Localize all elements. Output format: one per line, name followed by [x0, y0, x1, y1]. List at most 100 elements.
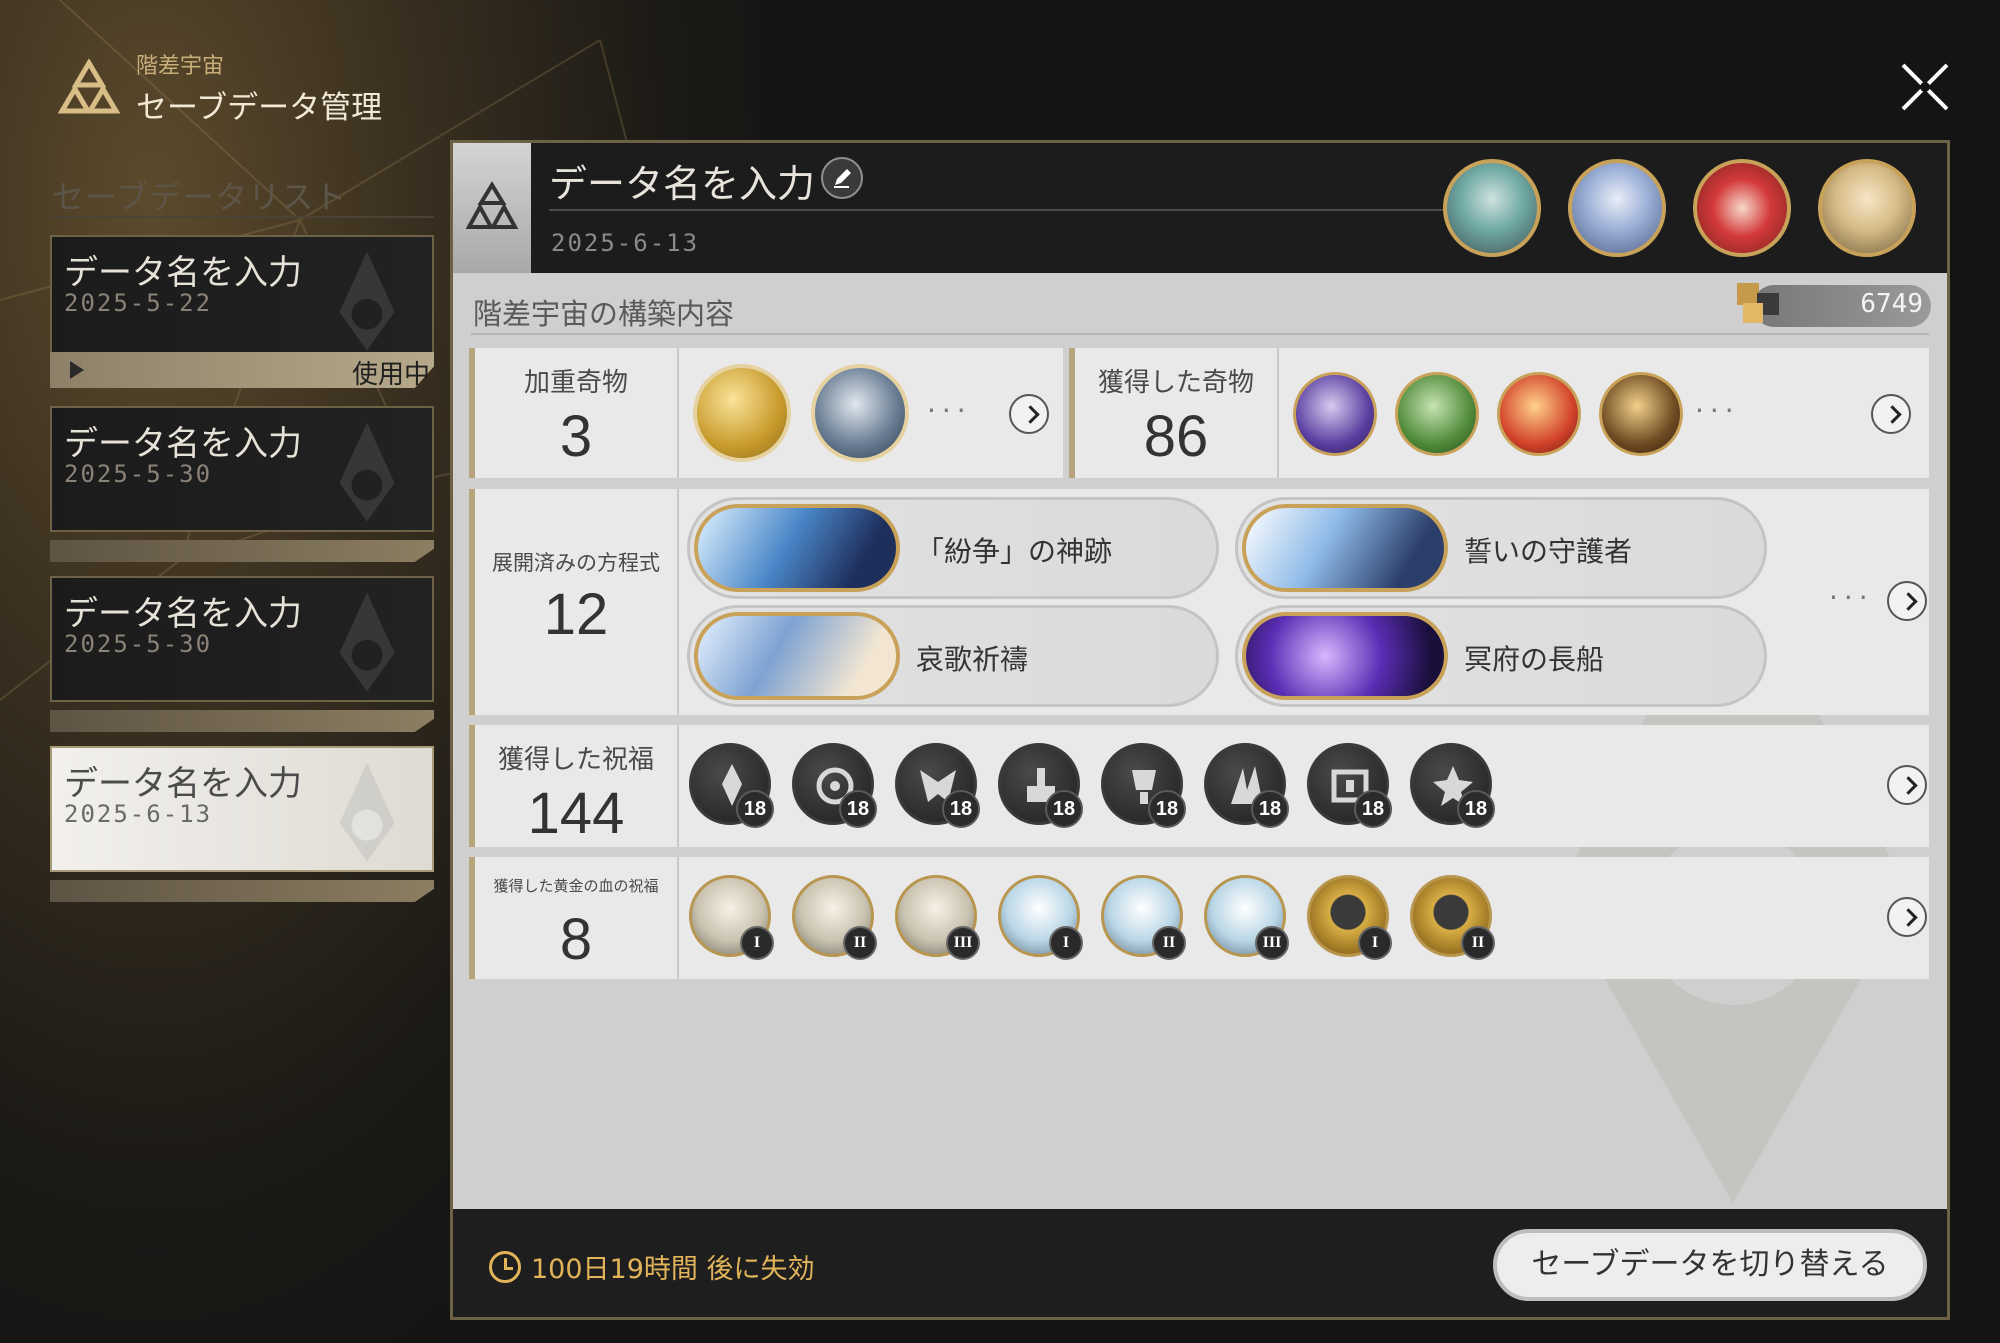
- blessings-row: 獲得した祝福 144 18 18 18 18 18 18 18 18: [469, 725, 1929, 847]
- equation-pill[interactable]: 「紛争」の神跡: [687, 497, 1219, 599]
- curio-icon[interactable]: [811, 364, 909, 462]
- slot-footer: [50, 710, 434, 732]
- blessing-level: 18: [839, 790, 877, 828]
- blessing-icon[interactable]: 18: [998, 743, 1083, 828]
- curio-icon[interactable]: [1497, 372, 1581, 456]
- section-title: 階差宇宙の構築内容: [473, 297, 735, 331]
- edit-icon: [834, 169, 851, 188]
- panel-header: データ名を入力 2025-6-13: [453, 143, 1947, 273]
- obtained-curios-label: 獲得した奇物: [1097, 368, 1254, 398]
- equation-image: [1242, 504, 1448, 592]
- save-list-label: セーブデータリスト: [52, 178, 348, 216]
- close-icon[interactable]: [1895, 57, 1955, 117]
- save-slot-4-selected[interactable]: データ名を入力 2025-6-13: [50, 746, 434, 872]
- golden-blessing-icon[interactable]: III: [895, 875, 980, 960]
- save-slot-1[interactable]: データ名を入力 2025-5-22: [50, 235, 434, 361]
- obtained-curios-row: 獲得した奇物 86 ···: [1069, 348, 1929, 478]
- golden-blessings-count: 8: [559, 907, 593, 972]
- golden-blessing-icon[interactable]: I: [998, 875, 1083, 960]
- universe-emblem-icon: [465, 181, 519, 229]
- slot-emblem-icon: [339, 592, 395, 692]
- more-dots-icon: ···: [927, 394, 972, 427]
- save-name: データ名を入力: [549, 162, 816, 206]
- blessing-icon[interactable]: 18: [1101, 743, 1186, 828]
- blessing-icon[interactable]: 18: [792, 743, 877, 828]
- slot-date: 2025-5-30: [64, 630, 213, 658]
- equation-image: [1242, 612, 1448, 700]
- equation-name: 「紛争」の神跡: [916, 535, 1113, 568]
- weighted-curios-label: 加重奇物: [523, 368, 628, 398]
- page-header: 階差宇宙 セーブデータ管理: [58, 48, 382, 127]
- golden-blessing-icon[interactable]: II: [1101, 875, 1186, 960]
- golden-blessing-icon[interactable]: II: [1410, 875, 1495, 960]
- curio-icon[interactable]: [1293, 372, 1377, 456]
- blessing-icon[interactable]: 18: [689, 743, 774, 828]
- curio-icon[interactable]: [1395, 372, 1479, 456]
- rank-badge: I: [740, 926, 774, 960]
- blessing-level: 18: [736, 790, 774, 828]
- currency-value: 6749: [1860, 289, 1923, 319]
- save-detail-panel: データ名を入力 2025-6-13 階差宇宙の構築内容 6749 加重奇物 3 …: [450, 140, 1950, 1320]
- blessing-icon[interactable]: 18: [1204, 743, 1289, 828]
- equations-label: 展開済みの方程式: [492, 551, 660, 575]
- blessing-level: 18: [942, 790, 980, 828]
- rank-badge: I: [1358, 926, 1392, 960]
- slot-name: データ名を入力: [64, 424, 302, 464]
- golden-blessings-summary: 獲得した黄金の血の祝福 8: [475, 857, 679, 979]
- obtained-curios-count: 86: [1143, 404, 1209, 469]
- character-avatar-3[interactable]: [1693, 159, 1791, 257]
- golden-blessings-label: 獲得した黄金の血の祝福: [493, 877, 659, 895]
- panel-tab: [453, 143, 531, 273]
- golden-blessing-icon[interactable]: I: [1307, 875, 1392, 960]
- header-title: セーブデータ管理: [136, 90, 383, 126]
- rank-badge: III: [1255, 926, 1289, 960]
- slot-footer: [50, 540, 434, 562]
- slot-name: データ名を入力: [64, 253, 302, 293]
- obtained-curios-summary: 獲得した奇物 86: [1075, 348, 1279, 478]
- golden-blessing-icon[interactable]: III: [1204, 875, 1289, 960]
- equation-pill[interactable]: 冥府の長船: [1235, 605, 1767, 707]
- equation-pill[interactable]: 誓いの守護者: [1235, 497, 1767, 599]
- character-avatar-2[interactable]: [1568, 159, 1666, 257]
- chevron-right-icon[interactable]: [1009, 394, 1049, 434]
- switch-save-button[interactable]: セーブデータを切り替える: [1493, 1229, 1927, 1301]
- edit-name-button[interactable]: [821, 157, 863, 199]
- expiry-timer: 100日19時間 後に失効: [489, 1247, 814, 1286]
- equation-name: 誓いの守護者: [1464, 535, 1633, 568]
- character-avatar-1[interactable]: [1443, 159, 1541, 257]
- equation-pill[interactable]: 哀歌祈禱: [687, 605, 1219, 707]
- blessing-icon[interactable]: 18: [895, 743, 980, 828]
- equation-name: 哀歌祈禱: [916, 643, 1029, 676]
- clock-icon: [489, 1250, 521, 1283]
- blessing-level: 18: [1045, 790, 1083, 828]
- save-slot-2[interactable]: データ名を入力 2025-5-30: [50, 406, 434, 532]
- golden-blessing-icon[interactable]: II: [792, 875, 877, 960]
- slot-name: データ名を入力: [64, 594, 302, 634]
- blessing-level: 18: [1251, 790, 1289, 828]
- save-slot-3[interactable]: データ名を入力 2025-5-30: [50, 576, 434, 702]
- slot-date: 2025-6-13: [64, 800, 213, 828]
- equations-summary: 展開済みの方程式 12: [475, 489, 679, 715]
- rank-badge: II: [843, 926, 877, 960]
- equation-name: 冥府の長船: [1464, 643, 1605, 676]
- divider: [471, 333, 1929, 335]
- chevron-right-icon[interactable]: [1887, 897, 1927, 937]
- chevron-right-icon[interactable]: [1871, 394, 1911, 434]
- more-dots-icon: ···: [1695, 394, 1740, 427]
- play-icon: [70, 361, 84, 379]
- more-dots-icon: ···: [1829, 581, 1874, 614]
- character-avatar-4[interactable]: [1818, 159, 1916, 257]
- divider: [549, 209, 1449, 211]
- curio-icon[interactable]: [693, 364, 791, 462]
- equation-image: [694, 612, 900, 700]
- blessing-icon[interactable]: 18: [1307, 743, 1392, 828]
- expiry-text: 100日19時間 後に失効: [531, 1254, 815, 1285]
- golden-blessings-row: 獲得した黄金の血の祝福 8 I II III I II III I II: [469, 857, 1929, 979]
- in-use-label: 使用中: [351, 360, 430, 390]
- chevron-right-icon[interactable]: [1887, 581, 1927, 621]
- blessing-icon[interactable]: 18: [1410, 743, 1495, 828]
- chevron-right-icon[interactable]: [1887, 765, 1927, 805]
- rank-badge: II: [1461, 926, 1495, 960]
- golden-blessing-icon[interactable]: I: [689, 875, 774, 960]
- curio-icon[interactable]: [1599, 372, 1683, 456]
